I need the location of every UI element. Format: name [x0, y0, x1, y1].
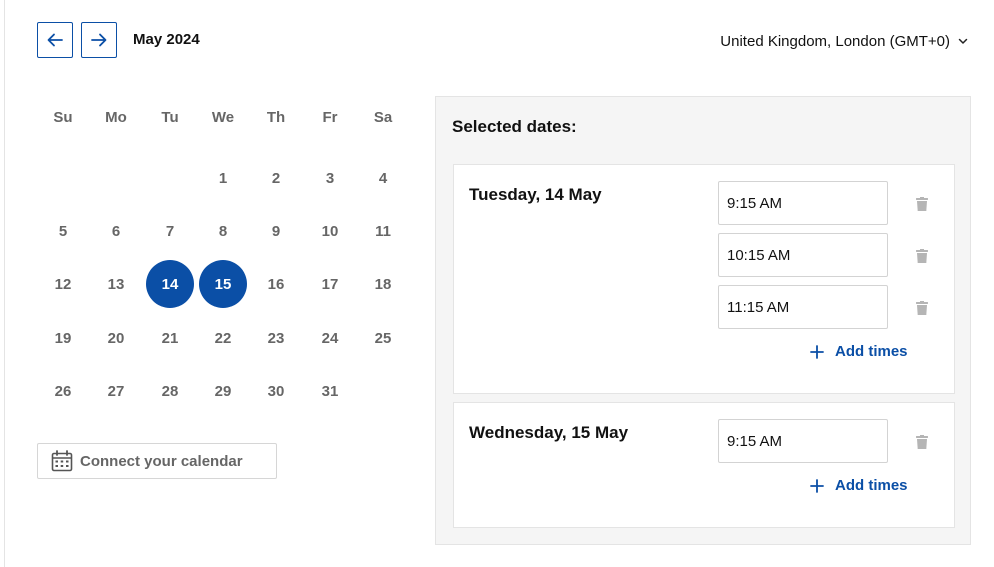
calendar-day[interactable]: 12: [39, 260, 87, 308]
timezone-select[interactable]: United Kingdom, London (GMT+0): [720, 33, 968, 50]
date-card: Tuesday, 14 May Add times: [453, 164, 955, 394]
timezone-label: United Kingdom, London (GMT+0): [720, 33, 950, 50]
next-month-button[interactable]: [81, 22, 117, 58]
weekday-header: Mo: [105, 109, 127, 126]
calendar-day[interactable]: 22: [199, 314, 247, 362]
connect-calendar-button[interactable]: Connect your calendar: [37, 443, 277, 479]
calendar-day[interactable]: 30: [252, 367, 300, 415]
calendar-day[interactable]: 4: [359, 154, 407, 202]
chevron-down-icon: [958, 38, 968, 44]
calendar-day[interactable]: 21: [146, 314, 194, 362]
calendar-day[interactable]: 27: [92, 367, 140, 415]
weekday-header: Fr: [322, 109, 338, 126]
connect-calendar-label: Connect your calendar: [80, 452, 243, 470]
calendar-day-selected[interactable]: 15: [199, 260, 247, 308]
calendar-day[interactable]: 19: [39, 314, 87, 362]
plus-icon: [810, 344, 824, 359]
calendar-day[interactable]: 9: [252, 207, 300, 255]
trash-icon[interactable]: [916, 249, 928, 263]
date-card-title: Tuesday, 14 May: [469, 185, 602, 204]
calendar-day[interactable]: 10: [306, 207, 354, 255]
calendar-day[interactable]: 28: [146, 367, 194, 415]
calendar-day[interactable]: 29: [199, 367, 247, 415]
month-title: May 2024: [133, 31, 200, 48]
time-input[interactable]: [718, 181, 888, 225]
calendar-day[interactable]: 13: [92, 260, 140, 308]
calendar-day[interactable]: 7: [146, 207, 194, 255]
calendar-day[interactable]: 8: [199, 207, 247, 255]
calendar-icon: [51, 450, 73, 472]
calendar-day[interactable]: 11: [359, 207, 407, 255]
calendar-day[interactable]: 18: [359, 260, 407, 308]
date-card: Wednesday, 15 May Add times: [453, 402, 955, 528]
prev-month-button[interactable]: [37, 22, 73, 58]
trash-icon[interactable]: [916, 435, 928, 449]
calendar-day[interactable]: 5: [39, 207, 87, 255]
calendar-day[interactable]: 23: [252, 314, 300, 362]
calendar-day[interactable]: 1: [199, 154, 247, 202]
calendar-day[interactable]: 6: [92, 207, 140, 255]
calendar-day-selected[interactable]: 14: [146, 260, 194, 308]
weekday-header: Su: [53, 109, 73, 126]
add-times-label: Add times: [835, 477, 908, 494]
weekday-header: Th: [266, 109, 286, 126]
calendar-day[interactable]: 31: [306, 367, 354, 415]
calendar-day[interactable]: 20: [92, 314, 140, 362]
time-input[interactable]: [718, 285, 888, 329]
trash-icon[interactable]: [916, 197, 928, 211]
page-divider: [4, 0, 5, 567]
selected-dates-title: Selected dates:: [452, 117, 577, 136]
calendar-day[interactable]: 25: [359, 314, 407, 362]
time-input[interactable]: [718, 233, 888, 277]
add-times-label: Add times: [835, 343, 908, 360]
weekday-header: Sa: [373, 109, 393, 126]
calendar-day[interactable]: 3: [306, 154, 354, 202]
plus-icon: [810, 478, 824, 493]
date-card-title: Wednesday, 15 May: [469, 423, 629, 442]
weekday-header: We: [211, 109, 235, 126]
selected-dates-panel: Selected dates: Tuesday, 14 May Add time…: [435, 96, 971, 545]
arrow-left-icon: [47, 33, 63, 47]
calendar-day[interactable]: 2: [252, 154, 300, 202]
arrow-right-icon: [91, 33, 107, 47]
trash-icon[interactable]: [916, 301, 928, 315]
add-times-button[interactable]: Add times: [810, 477, 908, 494]
add-times-button[interactable]: Add times: [810, 343, 908, 360]
time-input[interactable]: [718, 419, 888, 463]
calendar-day[interactable]: 26: [39, 367, 87, 415]
calendar-day[interactable]: 16: [252, 260, 300, 308]
calendar-day[interactable]: 17: [306, 260, 354, 308]
weekday-header: Tu: [161, 109, 179, 126]
calendar-day[interactable]: 24: [306, 314, 354, 362]
